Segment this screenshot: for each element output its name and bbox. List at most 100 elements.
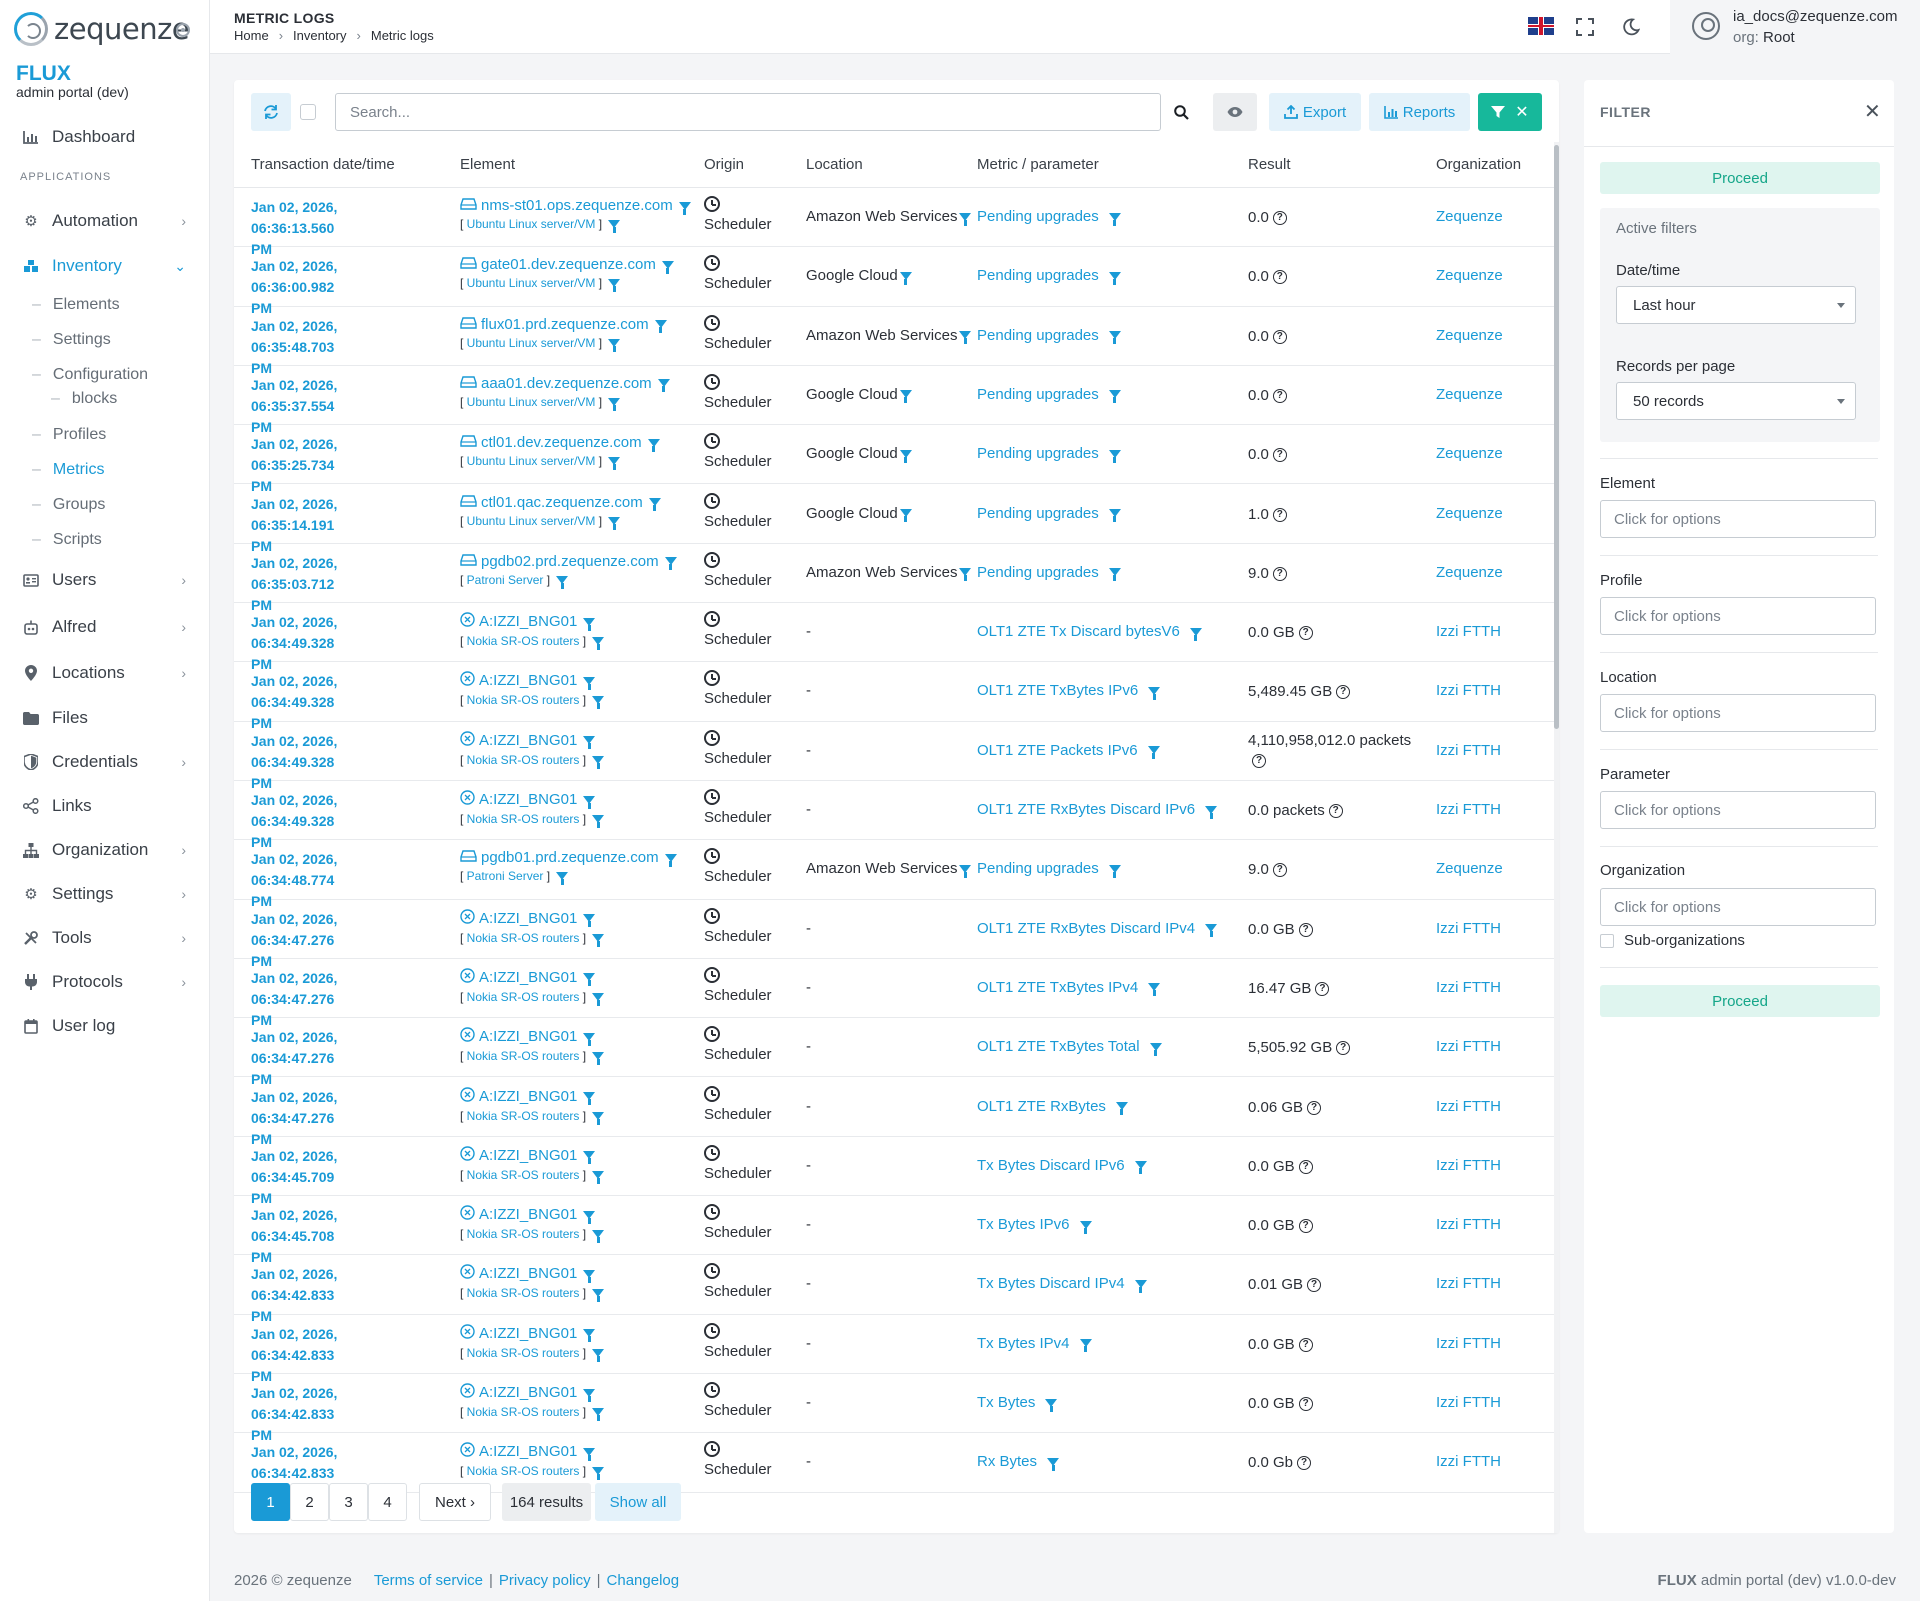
filter-icon[interactable]: [583, 1388, 596, 1402]
col-element[interactable]: Element: [460, 156, 515, 173]
filter-icon[interactable]: [1149, 1042, 1162, 1056]
filter-icon[interactable]: [592, 1408, 605, 1421]
fullscreen-icon[interactable]: [1574, 16, 1596, 38]
filter-icon[interactable]: [1108, 568, 1121, 582]
filter-icon[interactable]: [592, 637, 605, 651]
filter-icon[interactable]: [608, 516, 621, 530]
sidebar-subitem-configuration-blocks[interactable]: Configuration: [32, 363, 148, 387]
organization-link[interactable]: Izzi FTTH: [1436, 801, 1501, 818]
profile-link[interactable]: Nokia SR-OS routers: [467, 812, 580, 826]
next-page-button[interactable]: Next ›: [419, 1483, 491, 1521]
element-filter-input[interactable]: Click for options: [1600, 500, 1876, 538]
help-icon[interactable]: ?: [1298, 626, 1313, 641]
profile-link[interactable]: Ubuntu Linux server/VM: [467, 336, 596, 350]
element-link[interactable]: A:IZZI_BNG01: [460, 1442, 700, 1461]
col-location[interactable]: Location: [806, 156, 863, 173]
sidebar-item-files[interactable]: Files: [0, 701, 210, 735]
col-origin[interactable]: Origin: [704, 156, 744, 173]
organization-link[interactable]: Izzi FTTH: [1436, 1216, 1501, 1233]
element-link[interactable]: ctl01.qac.zequenze.com: [460, 494, 700, 511]
metric-link[interactable]: OLT1 ZTE RxBytes: [977, 1098, 1128, 1115]
element-link[interactable]: flux01.prd.zequenze.com: [460, 316, 700, 334]
organization-link[interactable]: Zequenze: [1436, 445, 1503, 462]
element-link[interactable]: pgdb01.prd.zequenze.com: [460, 849, 700, 867]
filter-icon[interactable]: [583, 1151, 596, 1165]
sidebar-item-protocols[interactable]: Protocols ›: [0, 965, 210, 999]
close-filter-icon[interactable]: ✕: [1864, 102, 1881, 122]
filter-icon[interactable]: [592, 1289, 605, 1303]
filter-icon[interactable]: [657, 379, 670, 393]
filter-icon[interactable]: [1205, 805, 1218, 819]
filter-icon[interactable]: [583, 973, 596, 987]
filter-icon[interactable]: [1134, 1279, 1147, 1293]
sidebar-item-settings[interactable]: ⚙ Settings ›: [0, 877, 210, 911]
element-link[interactable]: A:IZZI_BNG01: [460, 968, 700, 987]
profile-link[interactable]: Nokia SR-OS routers: [467, 1227, 580, 1241]
profile-link[interactable]: Nokia SR-OS routers: [467, 990, 580, 1004]
element-link[interactable]: aaa01.dev.zequenze.com: [460, 375, 700, 393]
help-icon[interactable]: ?: [1328, 804, 1343, 819]
parameter-filter-input[interactable]: Click for options: [1600, 791, 1876, 829]
profile-link[interactable]: Patroni Server: [467, 573, 544, 587]
organization-link[interactable]: Izzi FTTH: [1436, 1394, 1501, 1411]
filter-icon[interactable]: [592, 1230, 605, 1244]
sidebar-item-dashboard[interactable]: Dashboard: [0, 120, 210, 154]
privacy-link[interactable]: Privacy policy: [499, 1572, 591, 1589]
changelog-link[interactable]: Changelog: [607, 1572, 680, 1589]
profile-link[interactable]: Ubuntu Linux server/VM: [467, 395, 596, 409]
sidebar-item-user-log[interactable]: User log: [0, 1009, 210, 1043]
element-link[interactable]: A:IZZI_BNG01: [460, 612, 700, 631]
element-link[interactable]: pgdb02.prd.zequenze.com: [460, 553, 700, 571]
help-icon[interactable]: ?: [1298, 1159, 1313, 1174]
metric-link[interactable]: Pending upgrades: [977, 386, 1121, 404]
help-icon[interactable]: ?: [1272, 329, 1287, 344]
filter-icon[interactable]: [592, 1348, 605, 1362]
element-link[interactable]: A:IZZI_BNG01: [460, 730, 700, 750]
filter-icon[interactable]: [608, 457, 621, 471]
profile-link[interactable]: Ubuntu Linux server/VM: [467, 217, 596, 231]
sidebar-item-inventory[interactable]: Inventory ⌄: [0, 249, 210, 283]
filter-icon[interactable]: [678, 201, 691, 215]
help-icon[interactable]: ?: [1298, 1397, 1313, 1412]
organization-link[interactable]: Izzi FTTH: [1436, 979, 1501, 996]
filter-icon[interactable]: [664, 557, 677, 571]
help-icon[interactable]: ?: [1252, 753, 1266, 768]
metric-link[interactable]: Tx Bytes: [977, 1394, 1058, 1412]
element-link[interactable]: A:IZZI_BNG01: [460, 1323, 700, 1343]
page-1-button[interactable]: 1: [251, 1483, 290, 1521]
pin-sidebar-icon[interactable]: [176, 23, 190, 37]
dark-mode-icon[interactable]: [1620, 16, 1642, 38]
search-button[interactable]: [1161, 93, 1201, 131]
user-menu[interactable]: ia_docs@zequenze.com org: Root: [1670, 0, 1920, 54]
help-icon[interactable]: ?: [1315, 981, 1330, 996]
organization-link[interactable]: Izzi FTTH: [1436, 742, 1501, 759]
breadcrumb-home[interactable]: Home: [234, 28, 269, 43]
profile-link[interactable]: Nokia SR-OS routers: [467, 753, 580, 767]
metric-link[interactable]: Rx Bytes: [977, 1453, 1060, 1471]
filter-icon[interactable]: [592, 1052, 605, 1066]
element-link[interactable]: A:IZZI_BNG01: [460, 671, 700, 690]
metric-link[interactable]: OLT1 ZTE Packets IPv6: [977, 742, 1160, 760]
col-metric-parameter[interactable]: Metric / parameter: [977, 156, 1099, 173]
filter-icon[interactable]: [608, 397, 621, 411]
filter-icon[interactable]: [1108, 212, 1121, 226]
filter-icon[interactable]: [608, 279, 621, 293]
sidebar-subitem-metrics[interactable]: Metrics: [32, 458, 105, 482]
help-icon[interactable]: ?: [1272, 211, 1287, 226]
scrollbar-thumb[interactable]: [1554, 145, 1559, 729]
filter-icon[interactable]: [1108, 271, 1121, 285]
filter-icon[interactable]: [583, 1032, 596, 1046]
organization-link[interactable]: Zequenze: [1436, 564, 1503, 581]
filter-icon[interactable]: [583, 914, 596, 928]
element-link[interactable]: A:IZZI_BNG01: [460, 1086, 700, 1106]
metric-link[interactable]: Pending upgrades: [977, 860, 1121, 878]
filter-icon[interactable]: [1108, 449, 1121, 463]
records-per-page-select[interactable]: 50 records: [1616, 382, 1856, 420]
filter-icon[interactable]: [899, 449, 912, 463]
col-organization[interactable]: Organization: [1436, 156, 1521, 173]
filter-icon[interactable]: [664, 853, 677, 867]
filter-toggle-button[interactable]: ✕: [1478, 93, 1542, 131]
sidebar-item-organization[interactable]: Organization ›: [0, 833, 210, 867]
page-3-button[interactable]: 3: [329, 1483, 368, 1521]
help-icon[interactable]: ?: [1272, 270, 1287, 285]
